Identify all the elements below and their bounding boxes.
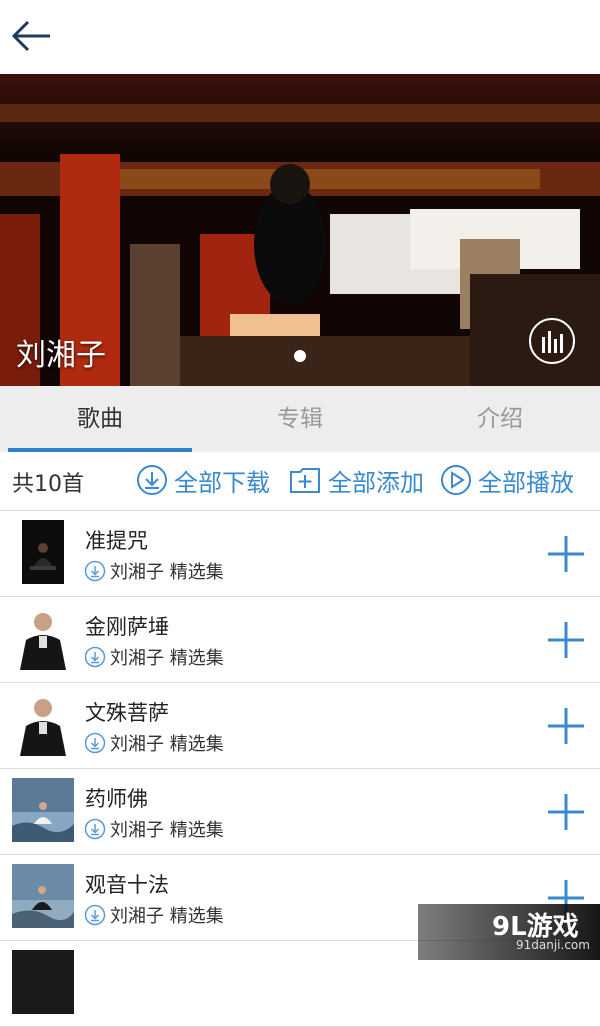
add-all-label: 全部添加	[328, 468, 424, 497]
song-thumbnail	[12, 692, 74, 756]
add-all-button[interactable]: 全部添加	[288, 462, 424, 498]
song-thumbnail	[12, 606, 74, 670]
song-subtitle: 刘湘子 精选集	[110, 820, 224, 841]
song-row[interactable]: 文殊菩萨 刘湘子 精选集	[0, 683, 600, 769]
folder-add-icon	[290, 468, 320, 493]
song-subtitle: 刘湘子 精选集	[110, 562, 224, 583]
add-song-button[interactable]	[544, 618, 588, 662]
song-meta: 刘湘子 精选集	[84, 558, 224, 584]
tab-songs[interactable]: 歌曲	[8, 386, 192, 452]
carousel-indicator	[294, 350, 306, 362]
tab-intro[interactable]: 介绍	[408, 386, 592, 452]
song-thumbnail	[12, 864, 74, 928]
download-all-label: 全部下载	[174, 468, 270, 497]
download-status-icon	[84, 732, 106, 754]
play-all-button[interactable]: 全部播放	[440, 462, 574, 498]
song-row[interactable]: 准提咒 刘湘子 精选集	[0, 511, 600, 597]
song-row[interactable]: 药师佛 刘湘子 精选集	[0, 769, 600, 855]
play-all-label: 全部播放	[478, 468, 574, 497]
song-thumbnail	[12, 778, 74, 842]
song-meta: 刘湘子 精选集	[84, 644, 224, 670]
song-meta: 刘湘子 精选集	[84, 902, 224, 928]
artist-name: 刘湘子	[16, 338, 106, 373]
song-count: 共10首	[12, 472, 84, 497]
download-status-icon	[84, 904, 106, 926]
song-meta: 刘湘子 精选集	[84, 816, 224, 842]
action-bar: 共10首 全部下载 全部添加 全部播放	[0, 452, 600, 511]
song-title: 观音十法	[85, 873, 169, 897]
song-title: 药师佛	[85, 787, 148, 811]
song-title: 金刚萨埵	[85, 615, 169, 639]
download-status-icon	[84, 818, 106, 840]
equalizer-button[interactable]	[528, 317, 576, 365]
song-subtitle: 刘湘子 精选集	[110, 648, 224, 669]
plus-icon	[548, 708, 584, 744]
add-song-button[interactable]	[544, 790, 588, 834]
song-row[interactable]: 金刚萨埵 刘湘子 精选集	[0, 597, 600, 683]
song-title: 文殊菩萨	[85, 701, 169, 725]
top-bar	[0, 0, 600, 74]
tab-bar: 歌曲 专辑 介绍	[0, 386, 600, 452]
download-all-button[interactable]: 全部下载	[136, 462, 270, 498]
equalizer-icon	[529, 318, 575, 364]
plus-icon	[548, 622, 584, 658]
download-status-icon	[84, 560, 106, 582]
song-subtitle: 刘湘子 精选集	[110, 734, 224, 755]
play-icon	[441, 465, 471, 495]
download-status-icon	[84, 646, 106, 668]
back-button[interactable]	[8, 14, 56, 58]
song-thumbnail	[12, 520, 74, 584]
plus-icon	[548, 536, 584, 572]
add-song-button[interactable]	[544, 704, 588, 748]
plus-icon	[548, 794, 584, 830]
song-title: 准提咒	[85, 529, 148, 553]
add-song-button[interactable]	[544, 532, 588, 576]
watermark: 9L游戏 91danji.com	[418, 904, 600, 960]
watermark-site: 91danji.com	[516, 938, 590, 952]
tab-albums[interactable]: 专辑	[208, 386, 392, 452]
song-subtitle: 刘湘子 精选集	[110, 906, 224, 927]
arrow-left-icon	[11, 20, 50, 52]
song-meta: 刘湘子 精选集	[84, 730, 224, 756]
download-icon	[137, 465, 167, 495]
